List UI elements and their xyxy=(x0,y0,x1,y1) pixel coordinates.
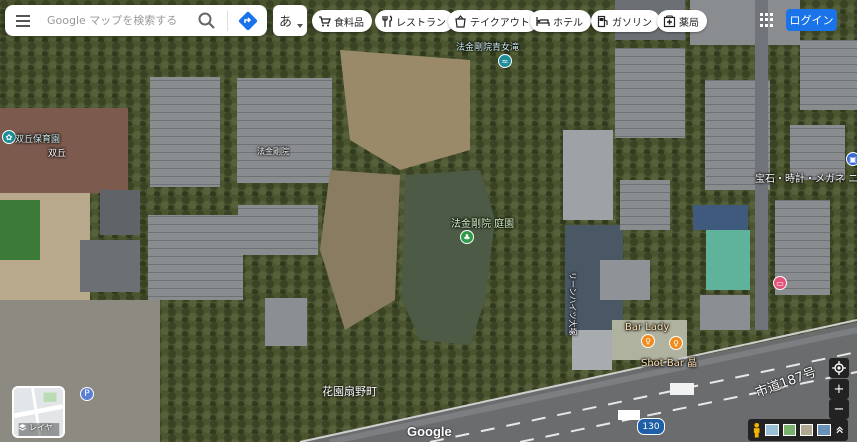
nursery-label[interactable]: 双丘保育園 xyxy=(15,132,60,145)
district-label: 花園扇野町 xyxy=(322,385,377,398)
cart-icon xyxy=(319,15,331,26)
chip-groceries[interactable]: 食料品 xyxy=(312,10,372,32)
directions-icon[interactable] xyxy=(237,10,259,32)
route-shield: 130 xyxy=(637,418,665,435)
pharmacy-icon xyxy=(663,14,676,27)
ime-caret-icon xyxy=(297,24,303,28)
fork-knife-icon xyxy=(382,14,393,27)
gas-pump-icon xyxy=(597,15,608,27)
nursery-sub-label: 双丘 xyxy=(48,149,67,159)
login-button[interactable]: ログイン xyxy=(786,9,837,31)
chip-label: ガソリン xyxy=(612,17,652,29)
my-location-button[interactable] xyxy=(829,358,849,378)
building-sign-label: リーンハイツ大塚 xyxy=(568,272,577,336)
youth-home-pin-icon[interactable]: ≈ xyxy=(498,54,512,68)
search-box xyxy=(5,5,267,36)
garden-pin-icon[interactable]: ♣ xyxy=(460,230,474,244)
garden-label[interactable]: 法金剛院 庭園 xyxy=(451,215,514,230)
chip-label: 薬局 xyxy=(679,17,699,29)
ime-toggle[interactable]: あ xyxy=(273,5,307,36)
shot-bar-label[interactable]: Shot Bar 晶 xyxy=(641,354,697,369)
chip-label: テイクアウト xyxy=(470,17,530,29)
layers-button[interactable]: レイヤ xyxy=(12,386,65,438)
chip-takeout[interactable]: テイクアウト xyxy=(448,10,538,32)
search-input[interactable] xyxy=(45,13,197,28)
layers-label-row: レイヤ xyxy=(18,422,53,433)
google-logo: Google xyxy=(407,424,452,439)
street-view-bar[interactable] xyxy=(748,419,848,441)
chip-hotels[interactable]: ホテル xyxy=(530,10,591,32)
thumbnail-4[interactable] xyxy=(817,424,831,436)
chip-label: 食料品 xyxy=(334,17,364,29)
youth-home-label[interactable]: 法金剛院青女滝 xyxy=(456,40,519,53)
search-icon[interactable] xyxy=(197,11,217,31)
store-pin-icon[interactable]: ▣ xyxy=(846,152,857,166)
layers-icon xyxy=(18,424,27,431)
hokongoin-label: 法金剛院 xyxy=(257,147,289,156)
satellite-map[interactable] xyxy=(0,0,857,442)
bar-lady-pin-icon[interactable]: ♀ xyxy=(641,334,655,348)
thumbnail-1[interactable] xyxy=(765,424,779,436)
nursery-pin-icon[interactable]: ✿ xyxy=(2,130,16,144)
menu-icon[interactable] xyxy=(16,14,30,27)
takeout-icon xyxy=(455,14,466,28)
bar-lady-label[interactable]: Bar Lady xyxy=(625,322,669,333)
jewelry-label[interactable]: 宝石・時計・メガネ ニ xyxy=(755,170,857,185)
ime-label: あ xyxy=(279,15,293,30)
shot-bar-pin-icon[interactable]: ♀ xyxy=(669,336,683,350)
zoom-out-button[interactable]: − xyxy=(829,399,849,419)
pink-pin-icon[interactable]: ▭ xyxy=(773,276,787,290)
bed-icon xyxy=(536,17,550,26)
expand-up-icon[interactable] xyxy=(835,425,844,435)
apps-grid-icon[interactable] xyxy=(760,13,774,27)
layers-label: レイヤ xyxy=(29,423,53,432)
chip-pharmacy[interactable]: 薬局 xyxy=(657,10,707,32)
thumbnail-3[interactable] xyxy=(800,424,814,436)
chip-restaurants[interactable]: レストラン xyxy=(375,10,454,32)
search-divider xyxy=(227,10,228,31)
chip-label: ホテル xyxy=(553,17,583,29)
thumbnail-2[interactable] xyxy=(782,424,796,436)
chip-label: レストラン xyxy=(396,17,446,29)
parking-pin-icon[interactable]: P xyxy=(80,387,94,401)
my-location-icon xyxy=(832,361,846,375)
pegman-icon[interactable] xyxy=(752,422,761,438)
chip-gas[interactable]: ガソリン xyxy=(591,10,660,32)
zoom-in-button[interactable]: + xyxy=(829,379,849,399)
